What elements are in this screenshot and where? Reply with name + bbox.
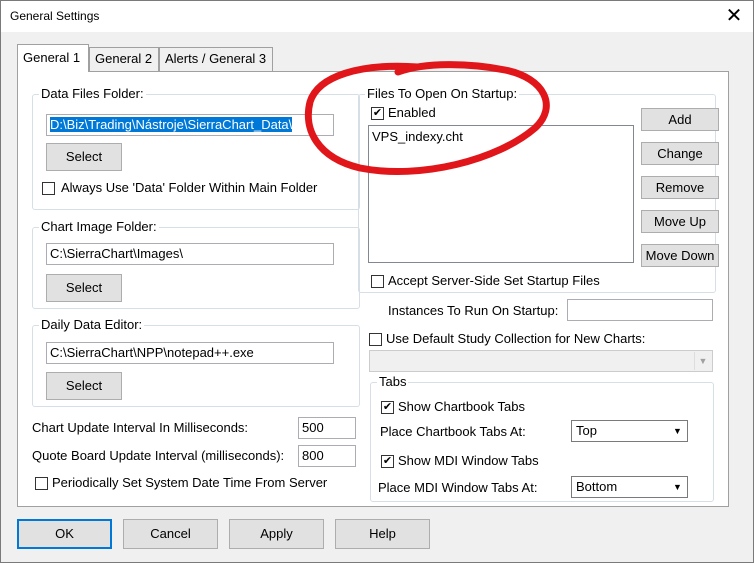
red-ellipse-annotation [304,61,550,176]
annotation-overlay [304,61,550,176]
tab-general-1[interactable]: General 1 [17,44,89,72]
tab-label: General 1 [23,50,81,65]
